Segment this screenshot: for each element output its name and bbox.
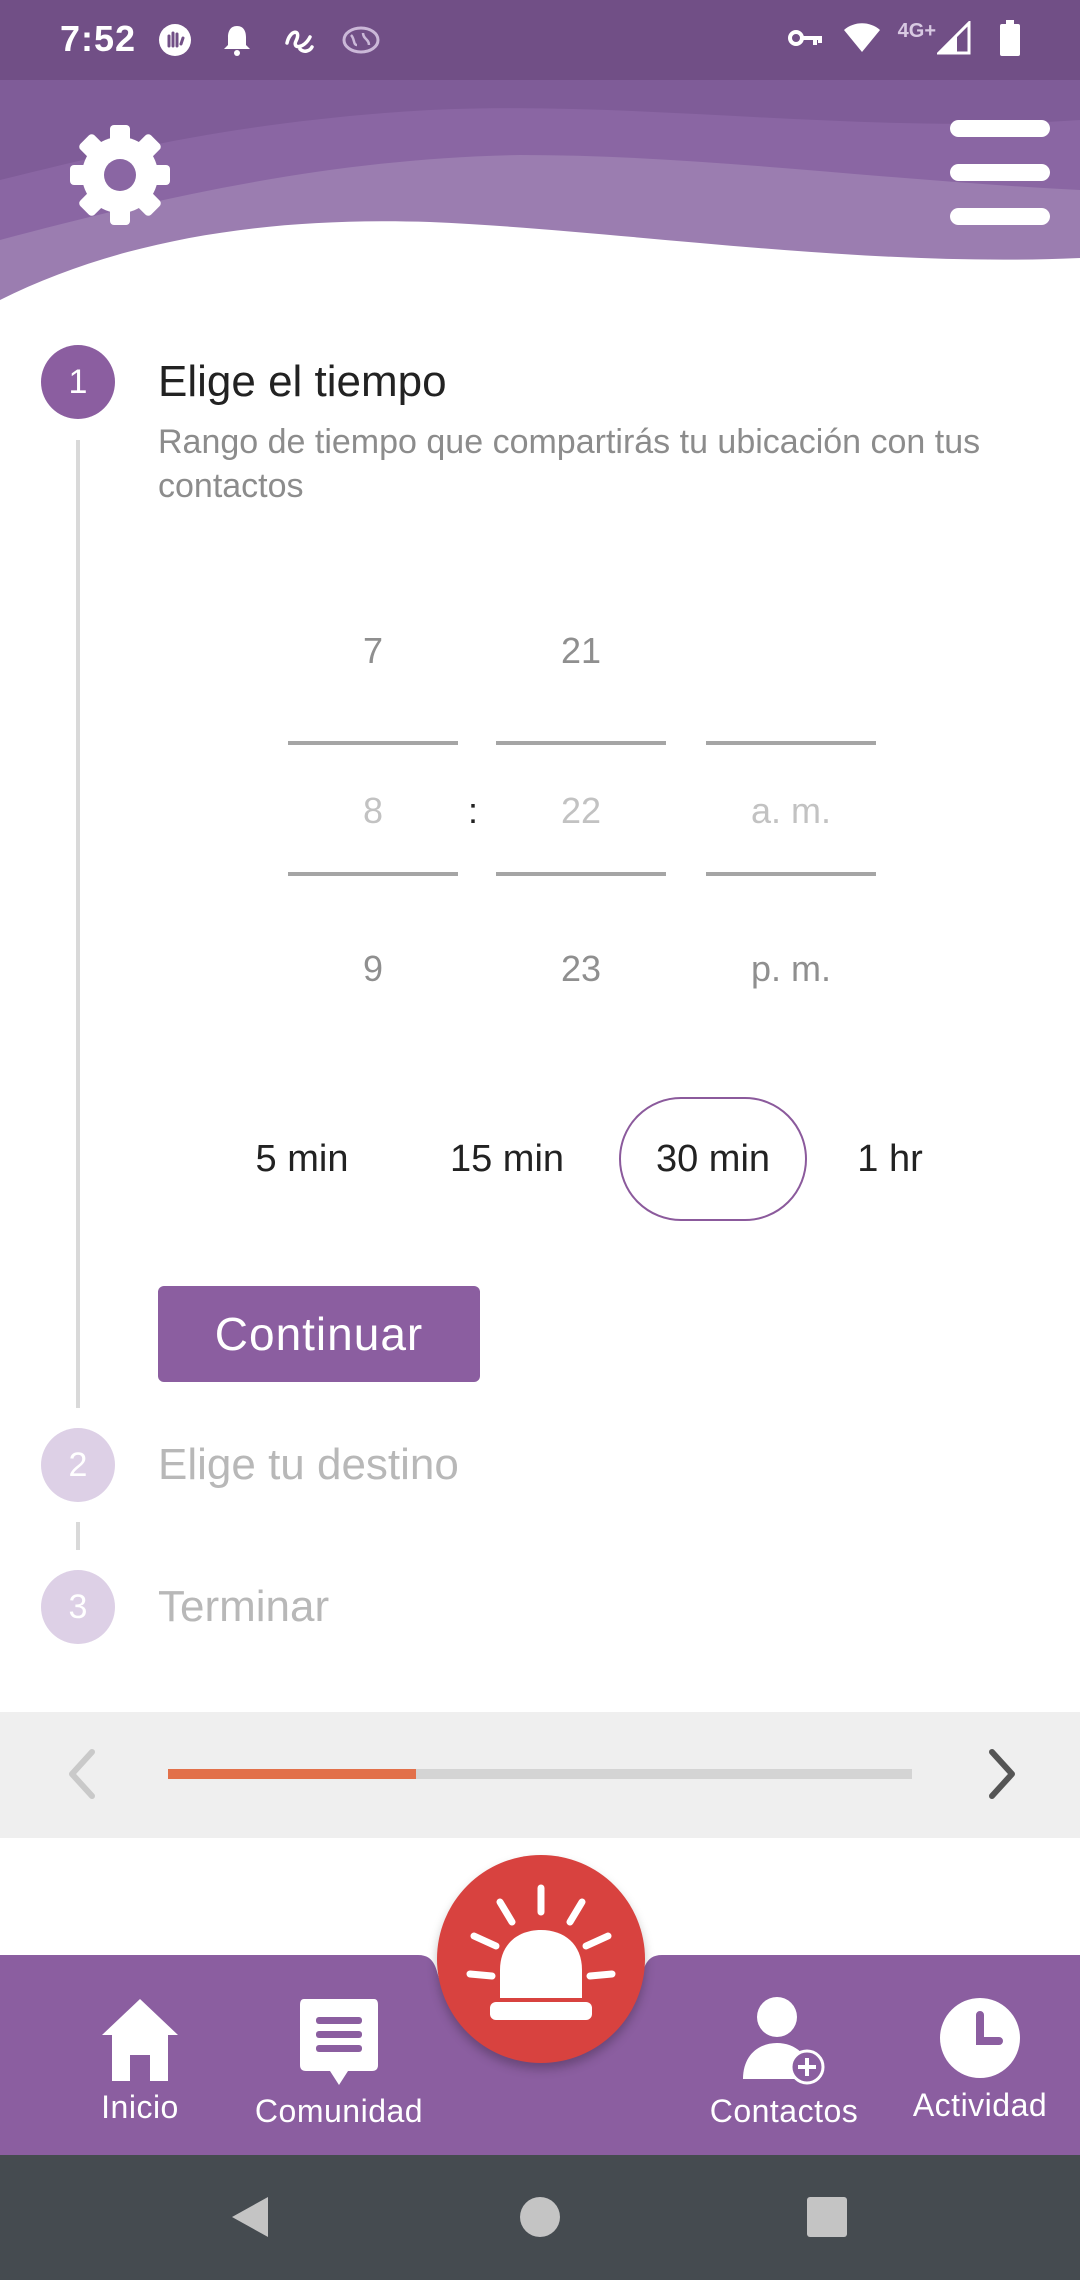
chevron-left-icon: [69, 1749, 95, 1799]
nav-comunidad-label: Comunidad: [254, 2093, 424, 2129]
squiggle-icon: [279, 20, 319, 60]
nav-contactos[interactable]: Contactos: [700, 1995, 868, 2130]
status-time: 7:52: [60, 18, 137, 59]
chat-icon: [300, 1999, 378, 2085]
nav-inicio[interactable]: Inicio: [90, 1995, 190, 2126]
step-2-circle[interactable]: 2: [41, 1428, 115, 1502]
key-icon: [786, 18, 826, 58]
next-button[interactable]: [970, 1742, 1034, 1806]
system-back-button[interactable]: [218, 2185, 282, 2249]
option-5-min[interactable]: 5 min: [232, 1097, 372, 1221]
step-pager: [0, 1712, 1080, 1838]
step-3-title[interactable]: Terminar: [158, 1582, 329, 1632]
continue-button[interactable]: Continuar: [158, 1286, 480, 1382]
period-divider-top: [706, 741, 876, 745]
hamburger-menu-icon: [950, 120, 1050, 137]
hand-icon: [155, 20, 195, 60]
network-type: 4G+: [897, 19, 936, 42]
hour-divider-bottom: [288, 872, 458, 876]
step-1-subtitle: Rango de tiempo que compartirás tu ubica…: [158, 423, 981, 505]
recents-square-icon: [807, 2197, 847, 2237]
nav-actividad[interactable]: Actividad: [900, 1995, 1060, 2124]
nav-comunidad[interactable]: Comunidad: [244, 1995, 434, 2130]
step-1-title: Elige el tiempo: [158, 357, 447, 406]
step-1-circle: 1: [41, 345, 115, 419]
progress-bar: [168, 1769, 912, 1779]
period-divider-bottom: [706, 872, 876, 876]
time-separator: :: [468, 790, 479, 831]
progress-fill: [168, 1769, 416, 1779]
home-icon: [102, 1999, 178, 2081]
home-circle-icon: [520, 2197, 560, 2237]
status-icons-left: [155, 20, 381, 60]
clock-icon: [940, 1998, 1020, 2078]
hour-divider-top: [288, 741, 458, 745]
siren-icon: [466, 1884, 616, 2020]
back-triangle-icon: [232, 2197, 268, 2237]
add-contact-icon: [743, 1997, 825, 2085]
period-selected[interactable]: a. m.: [706, 790, 876, 832]
option-1-hr[interactable]: 1 hr: [840, 1097, 940, 1221]
step-1-connector: [76, 440, 80, 1408]
signal-icon: [934, 18, 974, 58]
settings-button[interactable]: [60, 115, 180, 235]
minute-divider-top: [496, 741, 666, 745]
option-15-min[interactable]: 15 min: [432, 1097, 582, 1221]
chevron-right-icon: [989, 1749, 1015, 1799]
step-2-connector: [76, 1522, 80, 1550]
step-2-title[interactable]: Elige tu destino: [158, 1440, 459, 1490]
nav-actividad-label: Actividad: [912, 2087, 1048, 2123]
period-next[interactable]: p. m.: [706, 948, 876, 990]
previous-button[interactable]: [50, 1742, 114, 1806]
wifi-icon: [842, 18, 882, 58]
system-recents-button[interactable]: [795, 2185, 859, 2249]
minute-selected[interactable]: 22: [496, 790, 666, 832]
hour-selected[interactable]: 8: [288, 790, 458, 832]
system-home-button[interactable]: [508, 2185, 572, 2249]
minute-next[interactable]: 23: [496, 948, 666, 990]
status-bar: 7:52 4G+: [0, 0, 1080, 80]
status-icons-right: 4G+: [786, 18, 1030, 58]
sos-alert-button[interactable]: [437, 1855, 645, 2063]
nav-inicio-label: Inicio: [101, 2089, 179, 2125]
battery-icon: [990, 18, 1030, 58]
brain-icon: [341, 20, 381, 60]
step-3-circle[interactable]: 3: [41, 1570, 115, 1644]
menu-button[interactable]: [950, 120, 1050, 225]
hour-prev[interactable]: 7: [288, 630, 458, 672]
option-30-min[interactable]: 30 min: [619, 1097, 807, 1221]
bell-icon: [217, 20, 257, 60]
system-navigation-bar: [0, 2155, 1080, 2280]
minute-divider-bottom: [496, 872, 666, 876]
gear-icon: [70, 125, 170, 225]
minute-prev[interactable]: 21: [496, 630, 666, 672]
nav-contactos-label: Contactos: [709, 2093, 859, 2129]
hour-next[interactable]: 9: [288, 948, 458, 990]
